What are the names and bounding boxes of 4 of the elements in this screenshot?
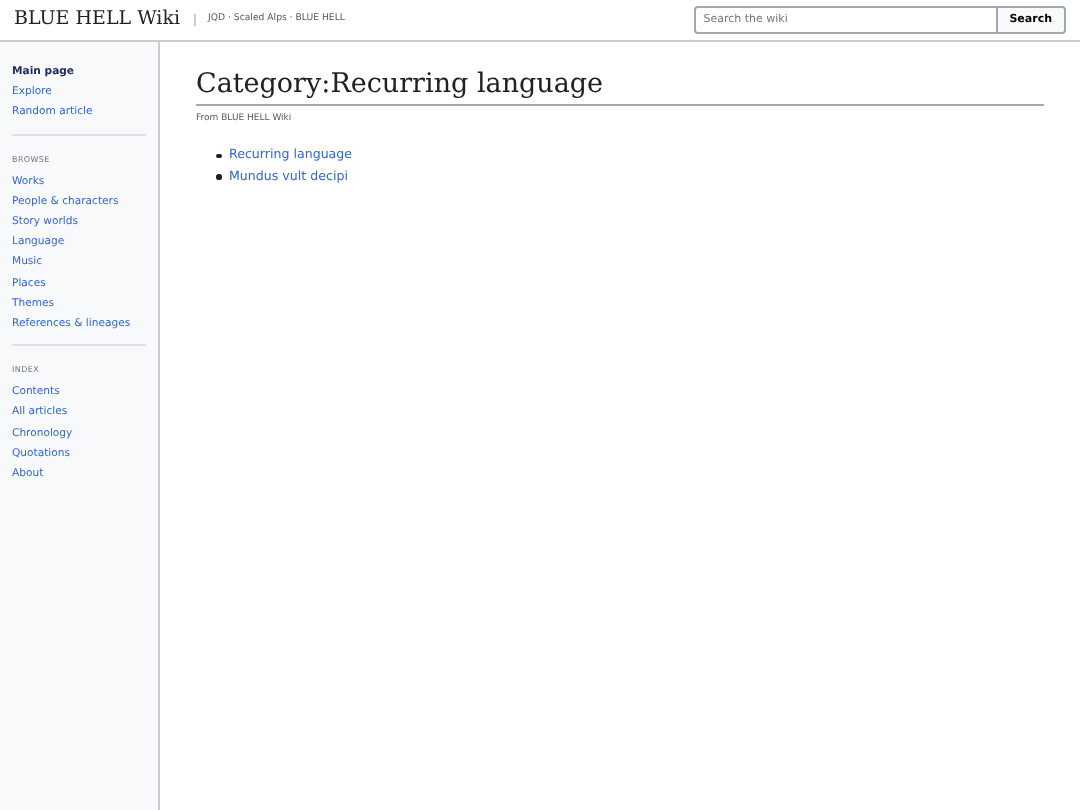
bullet-icon xyxy=(216,174,221,180)
bullet-icon xyxy=(216,153,221,159)
site-title[interactable]: BLUE HELL Wiki xyxy=(14,5,181,35)
page-title: Category:Recurring language xyxy=(196,68,1044,107)
